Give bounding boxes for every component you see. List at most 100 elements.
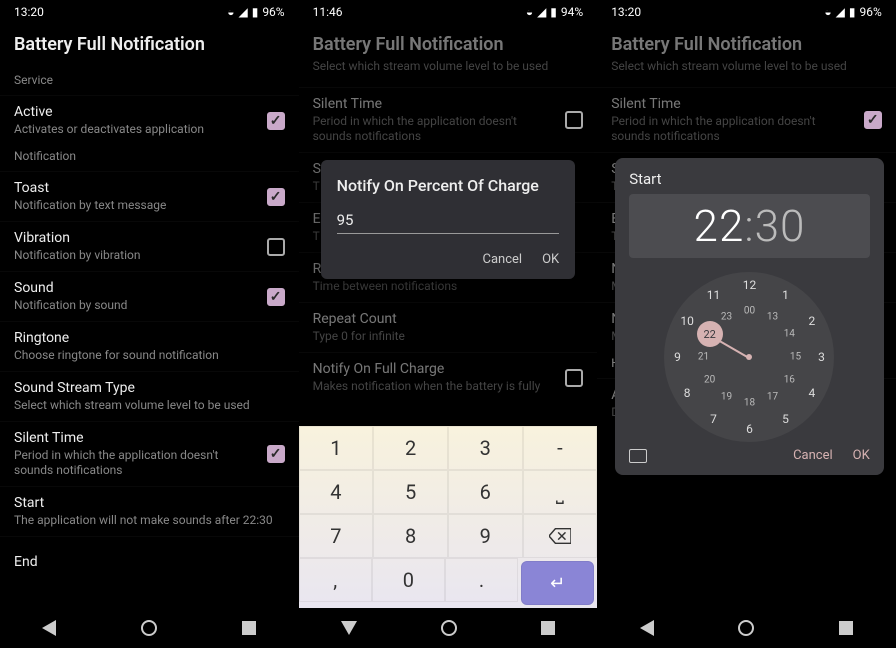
clock-hour-1[interactable]: 1 [782, 288, 789, 302]
clock-hour-8[interactable]: 8 [684, 386, 691, 400]
clock-hour-16[interactable]: 16 [784, 375, 795, 386]
pref-sound[interactable]: SoundNotification by sound [0, 271, 299, 321]
key-4[interactable]: 4 [299, 470, 374, 514]
clock-hour-20[interactable]: 20 [704, 375, 715, 386]
key-6[interactable]: 6 [448, 470, 523, 514]
clock-hour-selected[interactable]: 22 [697, 321, 723, 347]
hide-keyboard-icon[interactable] [341, 621, 357, 635]
page-title: Battery Full Notification [14, 34, 285, 55]
key-comma[interactable]: , [299, 558, 372, 602]
clock-face[interactable]: 121234567891011001314151617181920212223 [664, 272, 834, 442]
nav-bar [597, 608, 896, 648]
pref-repeat-count: Repeat CountType 0 for infinite [299, 302, 598, 352]
battery-icon: ▮ [550, 5, 557, 19]
time-picker-dialog: Start 22:30 1212345678910110013141516171… [615, 158, 884, 475]
status-bar: 13:20 ◒◢▮96% [597, 0, 896, 24]
app-header: Battery Full Notification Select which s… [299, 24, 598, 87]
key-minus[interactable]: - [523, 426, 598, 470]
wifi-icon: ◒ [824, 5, 831, 19]
pref-end[interactable]: End [0, 536, 299, 586]
battery-pct: 96% [262, 5, 284, 19]
recents-icon[interactable] [242, 621, 256, 635]
pref-notify-full-charge: Notify On Full ChargeMakes notification … [299, 352, 598, 402]
keyboard-icon[interactable] [629, 449, 647, 463]
checkbox-icon[interactable] [267, 112, 285, 130]
status-time: 13:20 [611, 5, 641, 19]
checkbox-icon[interactable] [267, 188, 285, 206]
key-9[interactable]: 9 [448, 514, 523, 558]
clock-hour-5[interactable]: 5 [782, 412, 789, 426]
cancel-button[interactable]: Cancel [483, 252, 523, 267]
hour-value[interactable]: 22 [694, 200, 745, 252]
key-enter[interactable]: ↵ [521, 561, 594, 605]
pref-ringtone[interactable]: RingtoneChoose ringtone for sound notifi… [0, 321, 299, 371]
pref-vibration[interactable]: VibrationNotification by vibration [0, 221, 299, 271]
status-bar: 13:20 ◒ ◢ ▮ 96% [0, 0, 299, 24]
dialog-title: Notify On Percent Of Charge [321, 160, 576, 207]
clock-hour-00[interactable]: 00 [744, 306, 755, 317]
status-icons: ◒◢▮94% [526, 5, 583, 19]
section-header-service: Service [0, 69, 299, 95]
clock-hour-9[interactable]: 9 [674, 350, 681, 364]
clock-hour-10[interactable]: 10 [680, 314, 694, 328]
screen-2: 11:46 ◒◢▮94% Battery Full Notification S… [299, 0, 598, 648]
clock-hour-13[interactable]: 13 [767, 312, 778, 323]
clock-hour-4[interactable]: 4 [808, 386, 815, 400]
nav-bar [299, 608, 598, 648]
key-3[interactable]: 3 [448, 426, 523, 470]
clock-hour-17[interactable]: 17 [767, 391, 778, 402]
home-icon[interactable] [441, 620, 457, 636]
percent-dialog: Notify On Percent Of Charge Cancel OK [321, 160, 576, 279]
key-dot[interactable]: . [445, 558, 518, 602]
checkbox-icon[interactable] [267, 238, 285, 256]
wifi-icon: ◒ [227, 5, 234, 19]
clock-center [746, 354, 752, 360]
clock-hour-12[interactable]: 12 [743, 278, 757, 292]
app-header: Battery Full Notification Select which s… [597, 24, 896, 87]
clock-hour-7[interactable]: 7 [710, 412, 717, 426]
pref-silent-time[interactable]: Silent TimePeriod in which the applicati… [0, 421, 299, 486]
percent-input[interactable] [337, 207, 560, 234]
key-2[interactable]: 2 [373, 426, 448, 470]
clock-hour-18[interactable]: 18 [744, 398, 755, 409]
checkbox-icon[interactable] [267, 445, 285, 463]
back-icon[interactable] [640, 620, 654, 636]
cancel-button[interactable]: Cancel [793, 448, 833, 463]
back-icon[interactable] [42, 620, 56, 636]
ok-button[interactable]: OK [542, 252, 559, 267]
wifi-icon: ◒ [526, 5, 533, 19]
key-backspace[interactable] [523, 514, 598, 558]
recents-icon[interactable] [839, 621, 853, 635]
pref-stream-type[interactable]: Sound Stream TypeSelect which stream vol… [0, 371, 299, 421]
key-5[interactable]: 5 [373, 470, 448, 514]
key-8[interactable]: 8 [373, 514, 448, 558]
clock-hour-3[interactable]: 3 [818, 350, 825, 364]
clock-hour-11[interactable]: 11 [707, 288, 721, 302]
clock-hour-2[interactable]: 2 [808, 314, 815, 328]
clock-hour-14[interactable]: 14 [784, 329, 795, 340]
clock-hour-23[interactable]: 23 [721, 312, 732, 323]
ok-button[interactable]: OK [853, 448, 870, 463]
screen-1: 13:20 ◒ ◢ ▮ 96% Battery Full Notificatio… [0, 0, 299, 648]
home-icon[interactable] [141, 620, 157, 636]
checkbox-icon [864, 111, 882, 129]
key-0[interactable]: 0 [372, 558, 445, 602]
checkbox-icon[interactable] [267, 288, 285, 306]
pref-start[interactable]: StartThe application will not make sound… [0, 486, 299, 536]
page-subhead: Select which stream volume level to be u… [313, 59, 584, 73]
signal-icon: ◢ [836, 5, 845, 19]
clock-hour-21[interactable]: 21 [698, 352, 709, 363]
clock-hour-15[interactable]: 15 [790, 352, 801, 363]
key-7[interactable]: 7 [299, 514, 374, 558]
home-icon[interactable] [738, 620, 754, 636]
battery-icon: ▮ [849, 5, 856, 19]
recents-icon[interactable] [541, 621, 555, 635]
minute-value[interactable]: 30 [755, 200, 806, 252]
clock-hour-6[interactable]: 6 [746, 422, 753, 436]
clock-hour-19[interactable]: 19 [721, 391, 732, 402]
key-space[interactable]: ⎵ [523, 470, 598, 514]
key-1[interactable]: 1 [299, 426, 374, 470]
pref-active[interactable]: ActiveActivates or deactivates applicati… [0, 95, 299, 145]
pref-silent-time: Silent TimePeriod in which the applicati… [299, 87, 598, 152]
pref-toast[interactable]: ToastNotification by text message [0, 171, 299, 221]
